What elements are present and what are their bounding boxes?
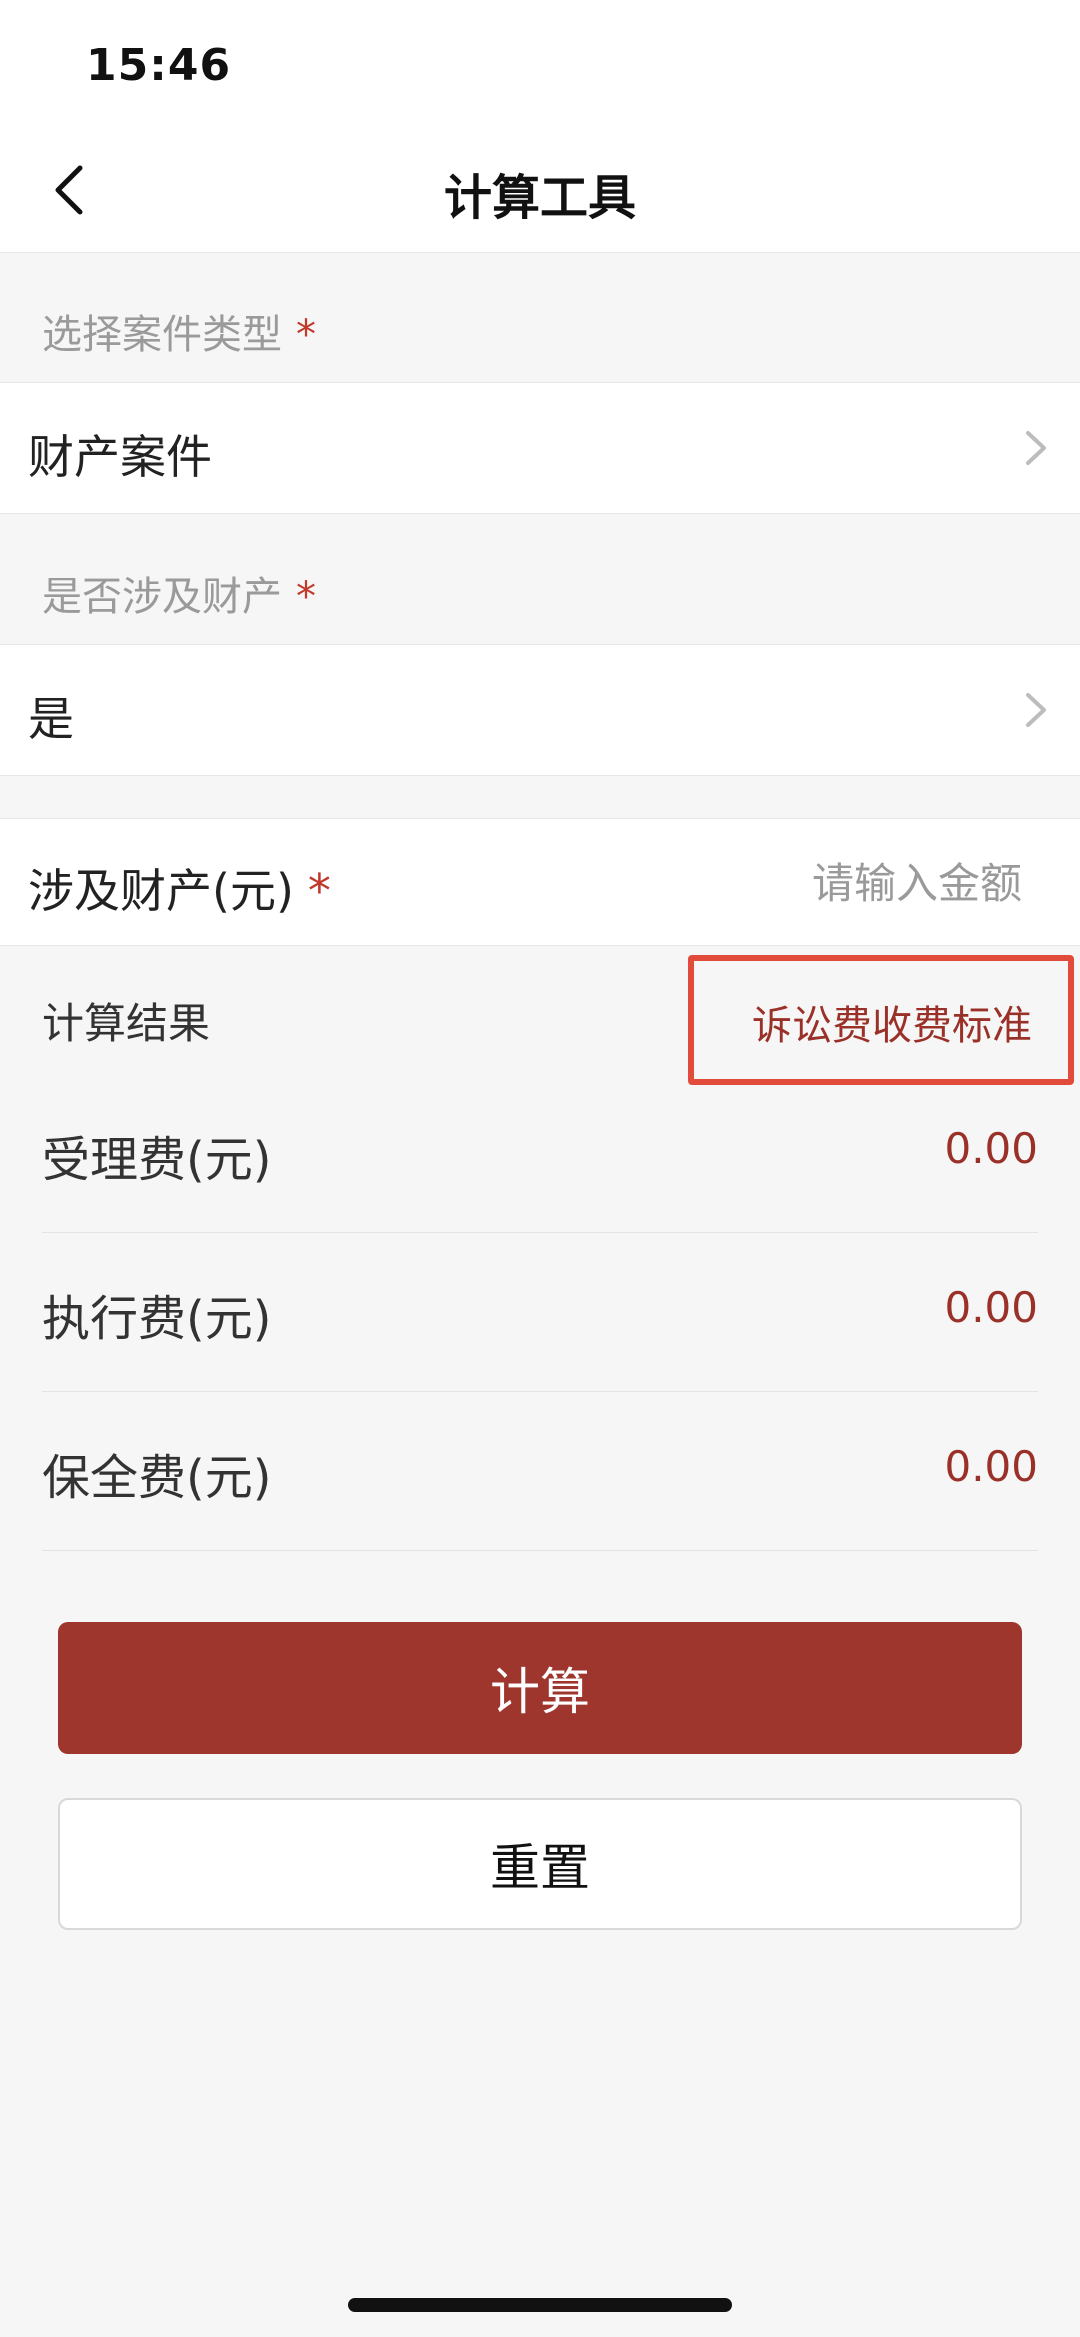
involves-property-label-text: 是否涉及财产 (42, 574, 282, 620)
nav-bar: 计算工具 (0, 130, 1080, 253)
status-bar: 15:46 (0, 0, 1080, 130)
fee-standard-link[interactable]: 诉讼费收费标准 (688, 955, 1074, 1085)
reset-button[interactable]: 重置 (58, 1798, 1022, 1930)
result-header: 计算结果 (42, 999, 211, 1048)
involves-property-select[interactable]: 是 (0, 644, 1080, 776)
required-star: * (296, 574, 316, 620)
required-star: * (307, 864, 331, 918)
involves-property-label: 是否涉及财产 * (42, 564, 316, 622)
case-type-label: 选择案件类型 * (42, 302, 316, 360)
fee-value: 0.00 (944, 1124, 1038, 1173)
fee-label: 执行费(元) (42, 1291, 272, 1347)
chevron-right-icon (1026, 693, 1046, 727)
page-title: 计算工具 (443, 170, 636, 226)
involves-property-value: 是 (28, 692, 74, 746)
case-type-select[interactable]: 财产案件 (0, 382, 1080, 514)
fee-standard-link-text: 诉讼费收费标准 (752, 1003, 1032, 1049)
chevron-right-icon (1026, 431, 1046, 465)
home-indicator (348, 2298, 732, 2312)
fee-label: 受理费(元) (42, 1132, 272, 1188)
property-amount-label: 涉及财产(元) * (28, 855, 331, 921)
fee-row-acceptance: 受理费(元) 0.00 (42, 1074, 1038, 1233)
property-amount-row: 涉及财产(元) * (0, 818, 1080, 946)
case-type-value: 财产案件 (28, 430, 212, 484)
fee-row-execution: 执行费(元) 0.00 (42, 1233, 1038, 1392)
property-amount-input[interactable] (620, 847, 1024, 919)
fee-row-preservation: 保全费(元) 0.00 (42, 1392, 1038, 1551)
required-star: * (296, 312, 316, 358)
fee-label: 保全费(元) (42, 1450, 272, 1506)
property-amount-label-text: 涉及财产(元) (28, 864, 294, 918)
status-time: 15:46 (86, 40, 232, 91)
calculate-button[interactable]: 计算 (58, 1622, 1022, 1754)
fee-value: 0.00 (944, 1283, 1038, 1332)
fee-value: 0.00 (944, 1442, 1038, 1491)
case-type-label-text: 选择案件类型 (42, 312, 282, 358)
